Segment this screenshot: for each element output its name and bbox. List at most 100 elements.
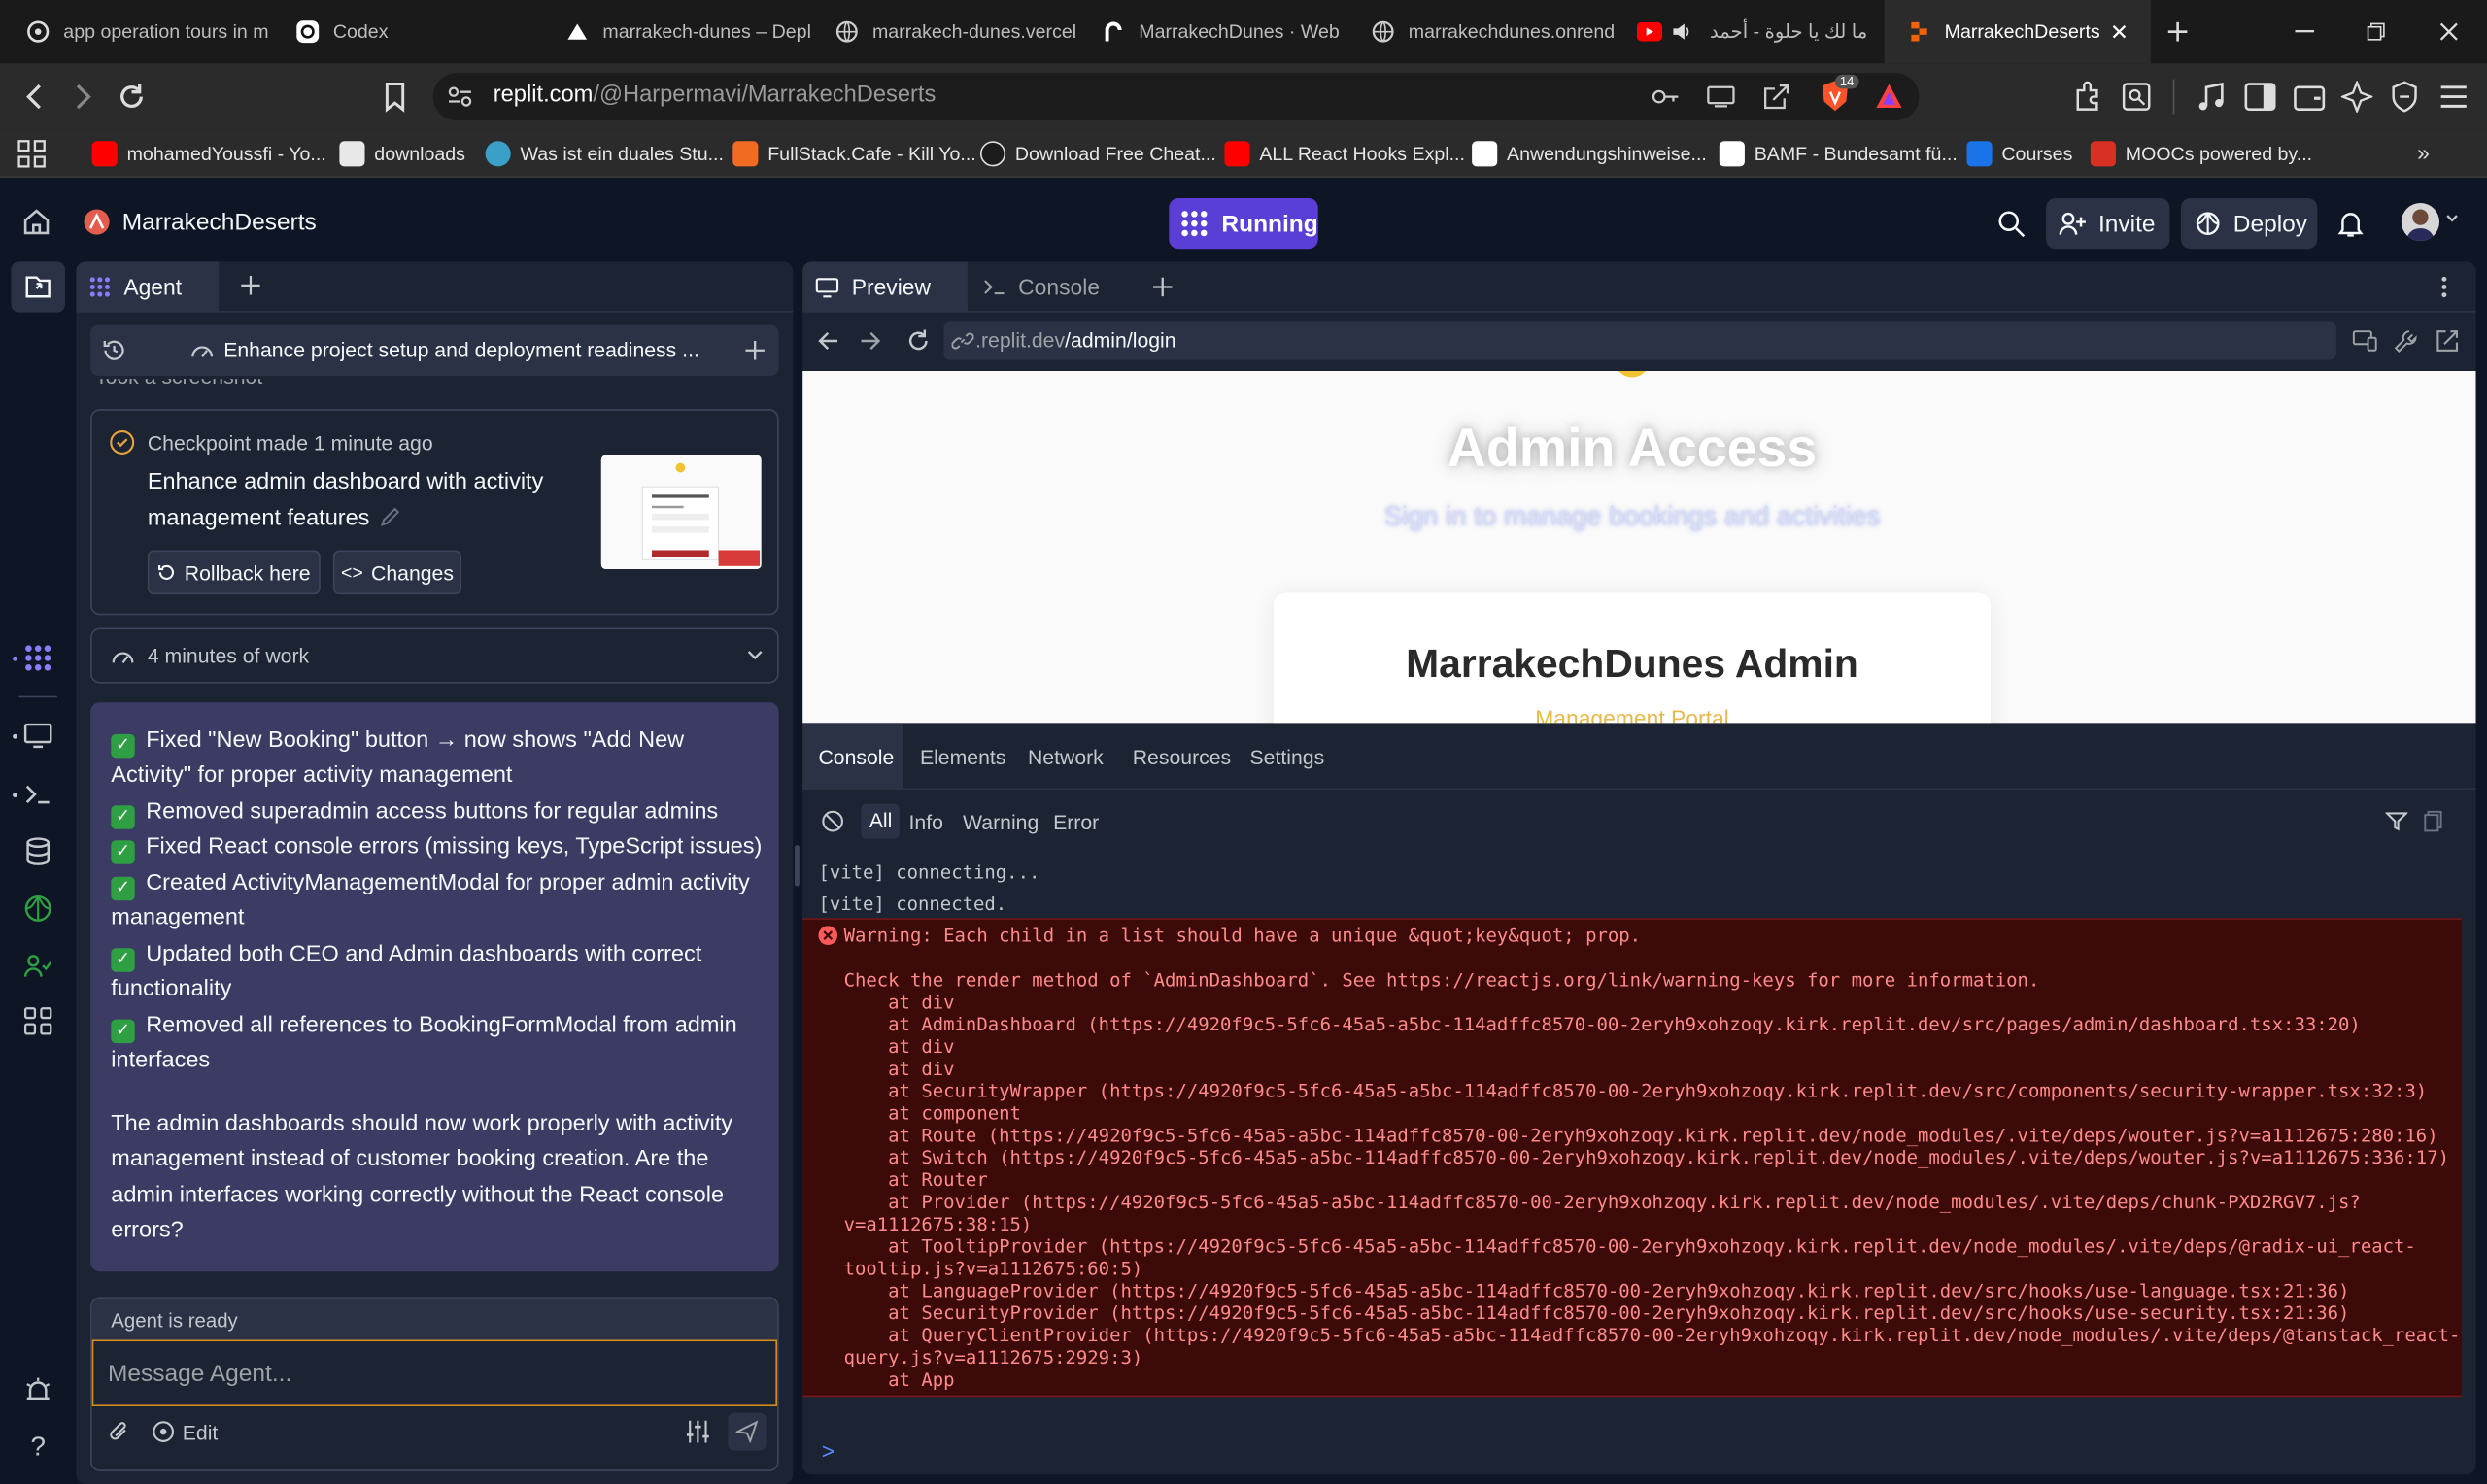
checkpoint-thumbnail[interactable] [600,455,762,570]
bookmark-item[interactable]: FullStack.Cafe - Kill Yo... [732,140,976,168]
open-new-window-icon[interactable] [2435,328,2460,354]
all-tools-icon[interactable] [19,1002,57,1040]
more-vertical-icon[interactable] [2441,276,2448,298]
bookmark-item[interactable]: MOOCs powered by... [2090,140,2312,168]
brave-rewards-icon[interactable] [1873,81,1905,113]
wallet-icon[interactable] [2294,83,2326,111]
devtools-tab-console[interactable]: Console [818,723,894,790]
tab-preview[interactable]: Preview [802,261,968,313]
avatar[interactable] [2401,202,2440,242]
stack-line[interactable]: at AdminDashboard (https://4920f9c5-5fc6… [844,1013,2361,1035]
bookmark-item[interactable]: Was ist ein duales Stu... [485,140,724,168]
screenshot-icon[interactable] [2122,83,2151,111]
devtools-tab-settings[interactable]: Settings [1250,723,1325,790]
browser-tab-3[interactable]: marrakech-dunes – Depl [542,0,812,63]
stack-line[interactable]: at TooltipProvider (https://4920f9c5-5fc… [844,1235,2416,1258]
address-bar[interactable]: replit.com/@Harpermavi/MarrakechDeserts … [432,73,1920,121]
vpn-icon[interactable] [2390,81,2418,113]
bookmark-item[interactable]: mohamedYoussfi - Yo... [91,140,326,168]
preview-reload-icon[interactable] [905,328,931,354]
users-icon[interactable] [19,947,57,985]
music-icon[interactable] [2197,81,2225,113]
settings-sliders-icon[interactable] [685,1419,710,1444]
panel-resize-handle[interactable] [794,845,800,887]
tab-agent[interactable]: Agent [76,261,220,313]
cast-icon[interactable] [1707,85,1735,108]
filter-all[interactable]: All [861,803,901,839]
bookmark-icon[interactable] [382,81,407,113]
alerts-icon[interactable] [19,1371,57,1409]
attach-icon[interactable] [108,1419,130,1444]
devtools-wrench-icon[interactable] [2394,328,2419,354]
browser-tab-4[interactable]: marrakech-dunes.vercel [812,0,1078,63]
console-prompt[interactable]: > [822,1438,835,1464]
copy-icon[interactable] [2424,810,2443,832]
bookmark-item[interactable]: ALL React Hooks Expl... [1224,140,1465,168]
bell-icon[interactable] [2337,209,2364,237]
search-icon[interactable] [1997,209,2026,238]
files-icon[interactable] [19,268,57,306]
edit-label[interactable]: Edit [183,1421,219,1444]
new-thread-icon[interactable] [745,340,765,360]
leo-ai-icon[interactable] [2340,81,2373,113]
project-name[interactable]: MarrakechDeserts [122,209,317,236]
web-preview[interactable]: Admin Access Sign in to manage bookings … [802,371,2476,724]
filter-warning[interactable]: Warning [963,810,1039,833]
close-tab-icon[interactable]: ✕ [2110,18,2129,46]
stack-line[interactable]: at Provider (https://4920f9c5-5fc6-45a5-… [844,1191,2361,1213]
devtools-tab-resources[interactable]: Resources [1133,723,1231,790]
deployments-icon[interactable] [19,890,57,928]
home-icon[interactable] [22,208,51,236]
devtools-tab-elements[interactable]: Elements [920,723,1005,790]
apps-grid-icon[interactable] [17,140,46,168]
filter-info[interactable]: Info [909,810,943,833]
site-settings-icon[interactable] [447,85,472,108]
browser-tab-active[interactable]: MarrakechDeserts ✕ [1884,0,2151,64]
invite-button[interactable]: Invite [2046,198,2170,250]
key-icon[interactable] [1652,85,1680,108]
minimize-button[interactable] [2268,0,2339,63]
browser-tab-2[interactable]: Codex [273,0,543,63]
stack-line[interactable]: at Route (https://4920f9c5-5fc6-45a5-a5b… [844,1124,2437,1146]
preview-icon[interactable] [19,717,57,755]
bookmark-item[interactable]: downloads [339,140,465,168]
stack-line[interactable]: at Switch (https://4920f9c5-5fc6-45a5-a5… [844,1146,2449,1168]
work-summary[interactable]: 4 minutes of work [90,627,779,684]
new-tab-button[interactable] [2141,0,2212,63]
filter-error[interactable]: Error [1053,810,1099,833]
stack-line[interactable]: at LanguageProvider (https://4920f9c5-5f… [844,1279,2349,1301]
new-tab-icon[interactable] [241,276,260,295]
speaker-icon[interactable] [1669,19,1694,45]
agent-icon[interactable] [19,639,57,677]
filter-icon[interactable] [2385,810,2408,832]
extensions-icon[interactable] [2071,81,2103,113]
chevron-down-icon[interactable] [2446,214,2459,223]
more-bookmarks-icon[interactable]: » [2417,140,2430,165]
bookmark-item[interactable]: BAMF - Bundesamt fü... [1719,140,1958,168]
stack-line[interactable]: at SecurityWrapper (https://4920f9c5-5fc… [844,1080,2427,1102]
back-icon[interactable] [22,83,48,111]
thread-title[interactable]: Enhance project setup and deployment rea… [223,338,699,361]
database-icon[interactable] [19,832,57,870]
browser-tab-5[interactable]: MarrakechDunes · Web [1078,0,1348,63]
new-tab-icon[interactable] [1152,277,1173,297]
devtools-tab-network[interactable]: Network [1028,723,1104,790]
bookmark-item[interactable]: Anwendungshinweise... [1472,140,1707,168]
edit-mode-icon[interactable] [153,1421,175,1443]
tab-console[interactable]: Console [968,261,1136,312]
rollback-button[interactable]: Rollback here [147,550,321,595]
pencil-icon[interactable] [379,506,401,528]
history-icon[interactable] [101,338,126,363]
share-icon[interactable] [1762,84,1790,110]
chevron-down-icon[interactable] [747,650,763,660]
run-button[interactable]: Running [1169,198,1318,250]
stack-line[interactable]: at QueryClientProvider (https://4920f9c5… [844,1324,2460,1346]
bookmark-item[interactable]: Courses [1966,140,2072,168]
stack-line[interactable]: at SecurityProvider (https://4920f9c5-5f… [844,1301,2349,1324]
deploy-button[interactable]: Deploy [2180,198,2318,250]
clear-console-icon[interactable] [822,810,844,832]
browser-tab-7[interactable]: ما لك يا حلوة - أحمد [1618,0,1884,63]
menu-icon[interactable] [2439,84,2468,110]
changes-button[interactable]: <> Changes [332,550,462,595]
restore-button[interactable] [2339,0,2410,63]
